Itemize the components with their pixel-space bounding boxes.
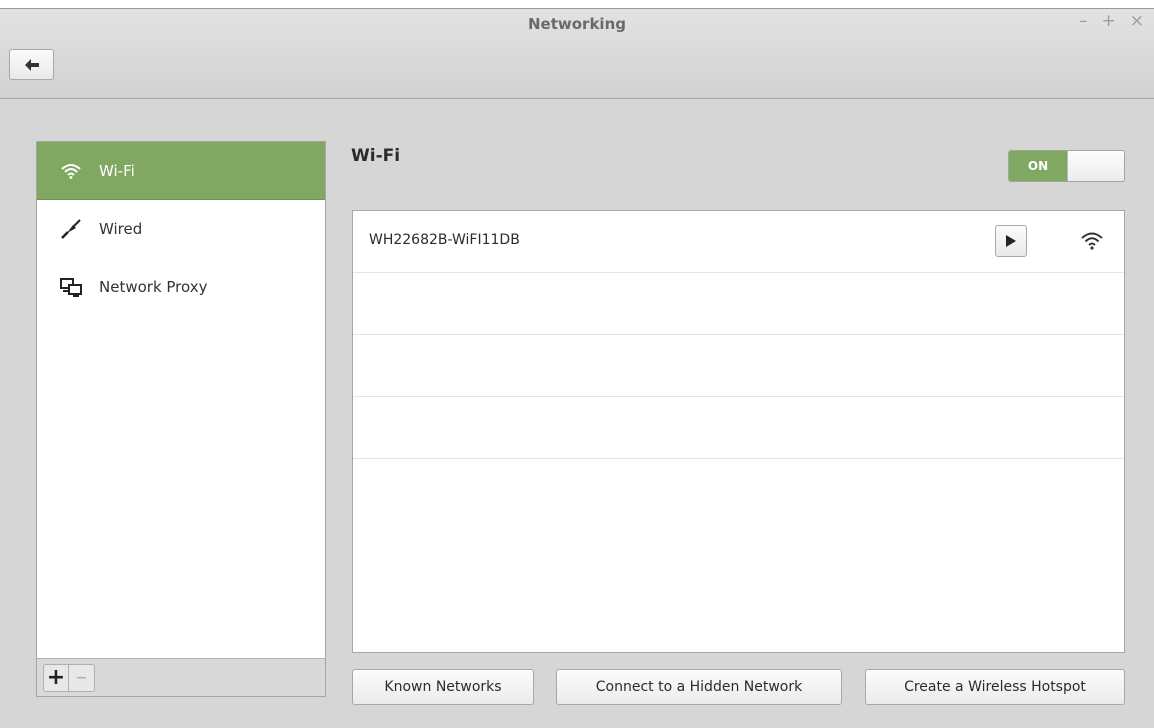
toggle-on-label: ON bbox=[1009, 151, 1067, 181]
network-proxy-icon bbox=[59, 275, 83, 299]
sidebar-item-network-proxy[interactable]: Network Proxy bbox=[37, 258, 325, 316]
sidebar-item-label: Wi-Fi bbox=[99, 161, 135, 180]
wifi-icon bbox=[59, 159, 83, 183]
remove-connection-button[interactable]: – bbox=[69, 663, 95, 692]
sidebar-toolbar: + – bbox=[37, 658, 325, 696]
minimize-button[interactable]: – bbox=[1079, 11, 1088, 31]
known-networks-button[interactable]: Known Networks bbox=[352, 669, 534, 705]
window-title: Networking bbox=[528, 15, 626, 33]
network-row[interactable]: WH22682B-WiFI11DB bbox=[353, 211, 1124, 273]
empty-network-row bbox=[353, 273, 1124, 335]
sidebar-item-label: Wired bbox=[99, 220, 143, 238]
connect-hidden-network-button[interactable]: Connect to a Hidden Network bbox=[556, 669, 842, 705]
add-connection-button[interactable]: + bbox=[43, 663, 69, 692]
sidebar-item-wifi[interactable]: Wi-Fi bbox=[37, 142, 325, 200]
sidebar-item-wired[interactable]: Wired bbox=[37, 200, 325, 258]
empty-network-row bbox=[353, 397, 1124, 459]
network-list: WH22682B-WiFI11DB bbox=[352, 210, 1125, 653]
window-controls: – + × bbox=[1079, 11, 1144, 31]
maximize-button[interactable]: + bbox=[1102, 11, 1116, 31]
wifi-toggle-switch[interactable]: ON bbox=[1008, 150, 1125, 182]
empty-network-row bbox=[353, 335, 1124, 397]
sidebar-item-label: Network Proxy bbox=[99, 278, 208, 296]
back-button[interactable] bbox=[9, 49, 54, 80]
create-hotspot-button[interactable]: Create a Wireless Hotspot bbox=[865, 669, 1125, 705]
close-button[interactable]: × bbox=[1130, 11, 1144, 31]
network-ssid: WH22682B-WiFI11DB bbox=[369, 232, 520, 248]
networking-window: Networking – + × Wi-Fi Wired Network Pro… bbox=[0, 8, 1154, 728]
back-arrow-icon bbox=[24, 58, 39, 71]
play-icon bbox=[1006, 235, 1016, 247]
page-title: Wi-Fi bbox=[351, 146, 401, 166]
ethernet-plug-icon bbox=[59, 217, 83, 241]
toggle-knob[interactable] bbox=[1067, 151, 1124, 181]
wifi-signal-icon bbox=[1081, 232, 1103, 250]
title-bar: Networking – + × bbox=[0, 9, 1154, 99]
sidebar: Wi-Fi Wired Network Proxy + – bbox=[36, 141, 326, 697]
connect-network-button[interactable] bbox=[995, 225, 1027, 257]
